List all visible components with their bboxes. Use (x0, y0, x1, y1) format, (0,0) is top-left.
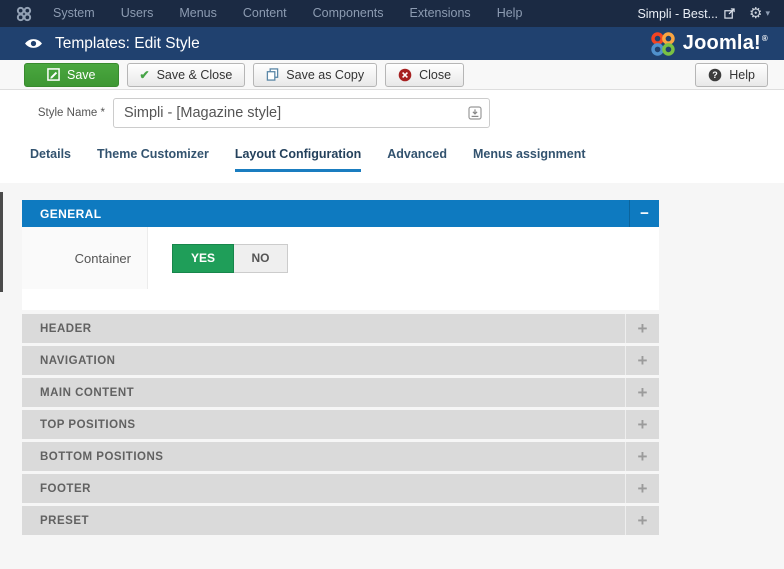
form-area: Style Name * Details Theme Customizer Layo… (0, 90, 784, 183)
accordion-section-label: NAVIGATION (22, 355, 116, 367)
external-link-icon (724, 8, 735, 19)
close-button[interactable]: Close (385, 63, 464, 87)
admin-settings-menu[interactable]: ⚙ ▾ (749, 6, 770, 21)
expand-plus-icon[interactable]: + (625, 314, 659, 343)
accordion-section-label: PRESET (22, 515, 89, 527)
svg-text:?: ? (713, 70, 719, 80)
chevron-down-icon: ▾ (765, 8, 770, 19)
toolbar: Save ✔ Save & Close Save as Copy Close ? (0, 60, 784, 90)
save-as-copy-button[interactable]: Save as Copy (253, 63, 377, 87)
panel-spacer (22, 289, 659, 310)
save-button[interactable]: Save (24, 63, 119, 87)
page-header: Templates: Edit Style Joomla!® (0, 27, 784, 60)
select-modal-icon[interactable] (468, 106, 482, 125)
expand-plus-icon[interactable]: + (625, 442, 659, 471)
accordion-section[interactable]: NAVIGATION + (22, 346, 659, 375)
accordion-section-label: FOOTER (22, 483, 91, 495)
edit-style-tabs: Details Theme Customizer Layout Configurat… (0, 147, 784, 172)
expand-plus-icon[interactable]: + (625, 474, 659, 503)
page-title: Templates: Edit Style (55, 35, 200, 53)
save-close-button[interactable]: ✔ Save & Close (127, 63, 246, 87)
style-name-field-wrap (113, 98, 490, 128)
trademark-symbol: ® (762, 34, 768, 43)
menubar-items: SystemUsersMenusContentComponentsExtensi… (40, 0, 535, 27)
menubar-item[interactable]: Menus (166, 0, 230, 27)
style-name-row: Style Name * (0, 90, 784, 128)
menubar-item[interactable]: Content (230, 0, 300, 27)
joomla-brand: Joomla!® (650, 31, 768, 57)
copy-icon (266, 68, 279, 81)
sidebar-edge (0, 192, 3, 292)
expand-plus-icon[interactable]: + (625, 506, 659, 535)
expand-plus-icon[interactable]: + (625, 410, 659, 439)
joomla-admin-screen: SystemUsersMenusContentComponentsExtensi… (0, 0, 784, 569)
general-panel: GENERAL − Container YES NO (22, 200, 659, 310)
menubar-right: Simpli - Best... ⚙ ▾ (637, 6, 774, 21)
joomla-logo-icon (650, 31, 676, 57)
general-panel-body: Container YES NO (22, 227, 659, 310)
site-preview-label: Simpli - Best... (637, 7, 718, 21)
accordion-section[interactable]: BOTTOM POSITIONS + (22, 442, 659, 471)
accordion-section-label: TOP POSITIONS (22, 419, 136, 431)
menubar-item[interactable]: Users (108, 0, 167, 27)
save-icon (47, 68, 60, 81)
menubar-item[interactable]: Components (300, 0, 397, 27)
joomla-symbol-icon (10, 6, 40, 22)
container-label: Container (22, 227, 148, 289)
container-control: YES NO (148, 227, 659, 289)
accordion-section-label: HEADER (22, 323, 92, 335)
style-name-input[interactable] (113, 98, 490, 128)
style-name-label: Style Name * (0, 107, 113, 119)
close-circle-icon (398, 68, 412, 82)
accordion-section[interactable]: MAIN CONTENT + (22, 378, 659, 407)
layout-sections-accordion: HEADER + NAVIGATION + MAIN CONTENT + TOP… (22, 314, 659, 538)
container-field: Container YES NO (22, 227, 659, 289)
tab[interactable]: Menus assignment (473, 147, 586, 172)
admin-menubar: SystemUsersMenusContentComponentsExtensi… (0, 0, 784, 27)
accordion-section-label: BOTTOM POSITIONS (22, 451, 163, 463)
menubar-item[interactable]: Help (484, 0, 536, 27)
accordion-section-label: MAIN CONTENT (22, 387, 134, 399)
general-panel-title: GENERAL (22, 207, 101, 221)
eye-icon (24, 37, 43, 50)
container-no-button[interactable]: NO (234, 244, 288, 273)
accordion-section[interactable]: PRESET + (22, 506, 659, 535)
menubar-item[interactable]: System (40, 0, 108, 27)
expand-plus-icon[interactable]: + (625, 378, 659, 407)
site-preview-link[interactable]: Simpli - Best... (637, 7, 735, 21)
accordion-section[interactable]: HEADER + (22, 314, 659, 343)
joomla-wordmark: Joomla!® (683, 32, 768, 55)
help-button[interactable]: ? Help (695, 63, 768, 87)
check-icon: ✔ (140, 68, 150, 82)
layout-configuration-panel-area: GENERAL − Container YES NO (0, 183, 784, 569)
help-icon: ? (708, 68, 722, 82)
gear-icon: ⚙ (749, 6, 762, 21)
collapse-minus-icon[interactable]: − (629, 200, 659, 227)
expand-plus-icon[interactable]: + (625, 346, 659, 375)
accordion-section[interactable]: FOOTER + (22, 474, 659, 503)
accordion-section[interactable]: TOP POSITIONS + (22, 410, 659, 439)
tab[interactable]: Theme Customizer (97, 147, 209, 172)
container-yes-button[interactable]: YES (172, 244, 234, 273)
tab[interactable]: Layout Configuration (235, 147, 361, 172)
container-toggle: YES NO (172, 244, 288, 273)
tab[interactable]: Details (30, 147, 71, 172)
general-panel-header[interactable]: GENERAL − (22, 200, 659, 227)
menubar-item[interactable]: Extensions (397, 0, 484, 27)
tab[interactable]: Advanced (387, 147, 447, 172)
